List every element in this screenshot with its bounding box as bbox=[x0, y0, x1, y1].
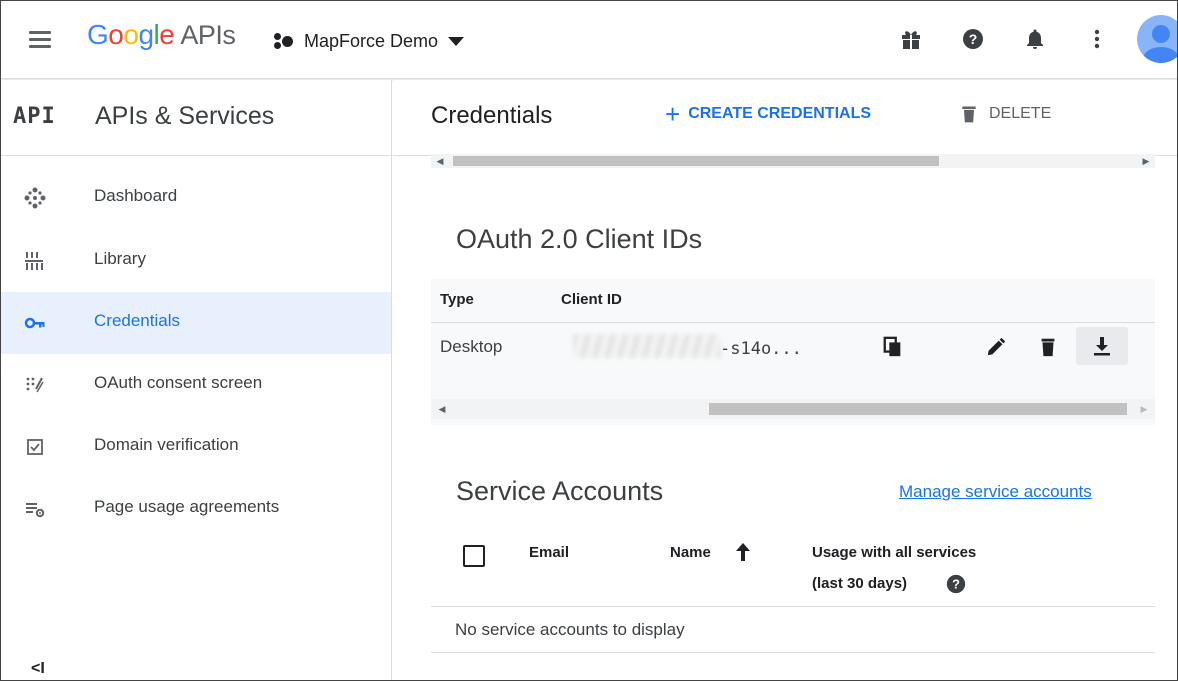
oauth-section-title: OAuth 2.0 Client IDs bbox=[456, 224, 703, 254]
copy-icon[interactable] bbox=[882, 336, 904, 358]
sidebar-title: APIs & Services bbox=[95, 102, 275, 130]
user-icon bbox=[1143, 25, 1177, 63]
google-apis-logo[interactable]: Google APIs bbox=[87, 19, 236, 51]
col-usage-subheader: (last 30 days) bbox=[812, 575, 908, 592]
sidebar-item-label: OAuth consent screen bbox=[94, 373, 263, 392]
download-button[interactable] bbox=[1076, 327, 1128, 365]
sidebar-item-oauth-consent[interactable]: OAuth consent screen bbox=[1, 354, 391, 416]
col-usage-header[interactable]: Usage with all services bbox=[812, 544, 976, 561]
project-icon bbox=[272, 31, 296, 51]
sidebar-item-label: Domain verification bbox=[94, 435, 239, 454]
gift-icon[interactable] bbox=[899, 27, 923, 51]
scroll-left-arrow-icon[interactable]: ◀ bbox=[433, 154, 447, 168]
table-header: Type Client ID bbox=[431, 279, 1155, 323]
oauth-clients-table: Type Client ID Desktop -s14o... ◀ ▶ bbox=[431, 279, 1155, 425]
scrollbar-thumb[interactable] bbox=[453, 156, 939, 166]
create-credentials-button[interactable]: + CREATE CREDENTIALS bbox=[665, 99, 872, 129]
table-horizontal-scrollbar[interactable]: ◀ ▶ bbox=[431, 399, 1155, 419]
empty-state-text: No service accounts to display bbox=[455, 620, 685, 639]
delete-button[interactable]: DELETE bbox=[959, 104, 1051, 124]
svg-text:?: ? bbox=[969, 31, 978, 47]
redacted-client-id bbox=[573, 334, 721, 358]
divider bbox=[431, 652, 1155, 653]
service-accounts-title: Service Accounts bbox=[456, 476, 664, 506]
app-window: Google APIs MapForce Demo ? API APIs & S… bbox=[0, 0, 1178, 681]
scrollbar-thumb[interactable] bbox=[709, 403, 1127, 415]
project-name: MapForce Demo bbox=[304, 30, 439, 51]
client-id-cell: -s14o... bbox=[720, 339, 802, 359]
top-horizontal-scrollbar[interactable]: ◀ ▶ bbox=[431, 154, 1155, 168]
collapse-sidebar-icon[interactable]: <I bbox=[31, 660, 45, 678]
sidebar-header: API APIs & Services bbox=[1, 80, 391, 156]
scroll-right-arrow-icon[interactable]: ▶ bbox=[1137, 402, 1151, 416]
service-accounts-table-header: Email Name Usage with all services (last… bbox=[431, 531, 1155, 607]
more-vert-icon[interactable] bbox=[1085, 27, 1109, 51]
page-header: Credentials + CREATE CREDENTIALS DELETE bbox=[393, 80, 1177, 156]
account-avatar[interactable] bbox=[1137, 15, 1177, 63]
svg-text:?: ? bbox=[952, 577, 960, 592]
sidebar: API APIs & Services Dashboard Library Cr… bbox=[1, 80, 392, 680]
sidebar-item-domain-verification[interactable]: Domain verification bbox=[1, 416, 391, 478]
trash-icon bbox=[962, 106, 976, 123]
sidebar-item-label: Credentials bbox=[94, 311, 180, 330]
page-title: Credentials bbox=[431, 102, 553, 129]
settings-list-icon bbox=[26, 503, 45, 518]
checkbox-icon bbox=[27, 439, 43, 455]
dashboard-icon bbox=[24, 187, 46, 209]
api-logo-icon: API bbox=[13, 104, 56, 129]
key-icon bbox=[24, 317, 45, 329]
top-bar: Google APIs MapForce Demo ? bbox=[1, 1, 1177, 79]
col-type-header: Type bbox=[440, 291, 474, 308]
sidebar-item-dashboard[interactable]: Dashboard bbox=[1, 167, 391, 229]
download-icon bbox=[1094, 337, 1110, 356]
client-type-cell: Desktop bbox=[440, 337, 503, 356]
trash-icon[interactable] bbox=[1037, 336, 1059, 358]
arrow-up-sort-icon[interactable] bbox=[733, 541, 753, 563]
notifications-bell-icon[interactable] bbox=[1023, 27, 1047, 51]
delete-label: DELETE bbox=[989, 105, 1052, 122]
sidebar-item-label: Dashboard bbox=[94, 186, 178, 205]
sidebar-item-label: Page usage agreements bbox=[94, 497, 280, 516]
select-all-checkbox[interactable] bbox=[463, 545, 485, 567]
sidebar-item-label: Library bbox=[94, 249, 146, 268]
scroll-right-arrow-icon[interactable]: ▶ bbox=[1139, 154, 1153, 168]
help-icon[interactable]: ? bbox=[961, 27, 985, 51]
create-credentials-label: CREATE CREDENTIALS bbox=[688, 105, 872, 122]
sidebar-item-library[interactable]: Library bbox=[1, 230, 391, 292]
manage-service-accounts-link[interactable]: Manage service accounts bbox=[899, 482, 1092, 502]
edit-pencil-icon[interactable] bbox=[985, 336, 1007, 358]
help-icon[interactable]: ? bbox=[945, 573, 967, 595]
sidebar-item-page-usage[interactable]: Page usage agreements bbox=[1, 478, 391, 540]
sidebar-item-credentials[interactable]: Credentials bbox=[1, 292, 391, 354]
caret-down-icon bbox=[448, 36, 465, 46]
library-icon bbox=[25, 252, 43, 270]
col-email-header[interactable]: Email bbox=[529, 544, 569, 561]
scroll-left-arrow-icon[interactable]: ◀ bbox=[435, 402, 449, 416]
col-client-id-header[interactable]: Client ID bbox=[561, 291, 622, 308]
plus-icon: + bbox=[665, 99, 681, 129]
consent-icon bbox=[26, 377, 44, 393]
col-name-header[interactable]: Name bbox=[670, 544, 711, 561]
hamburger-menu-icon[interactable] bbox=[29, 31, 51, 49]
table-row: Desktop -s14o... bbox=[431, 324, 1155, 370]
project-selector[interactable]: MapForce Demo bbox=[272, 23, 465, 59]
